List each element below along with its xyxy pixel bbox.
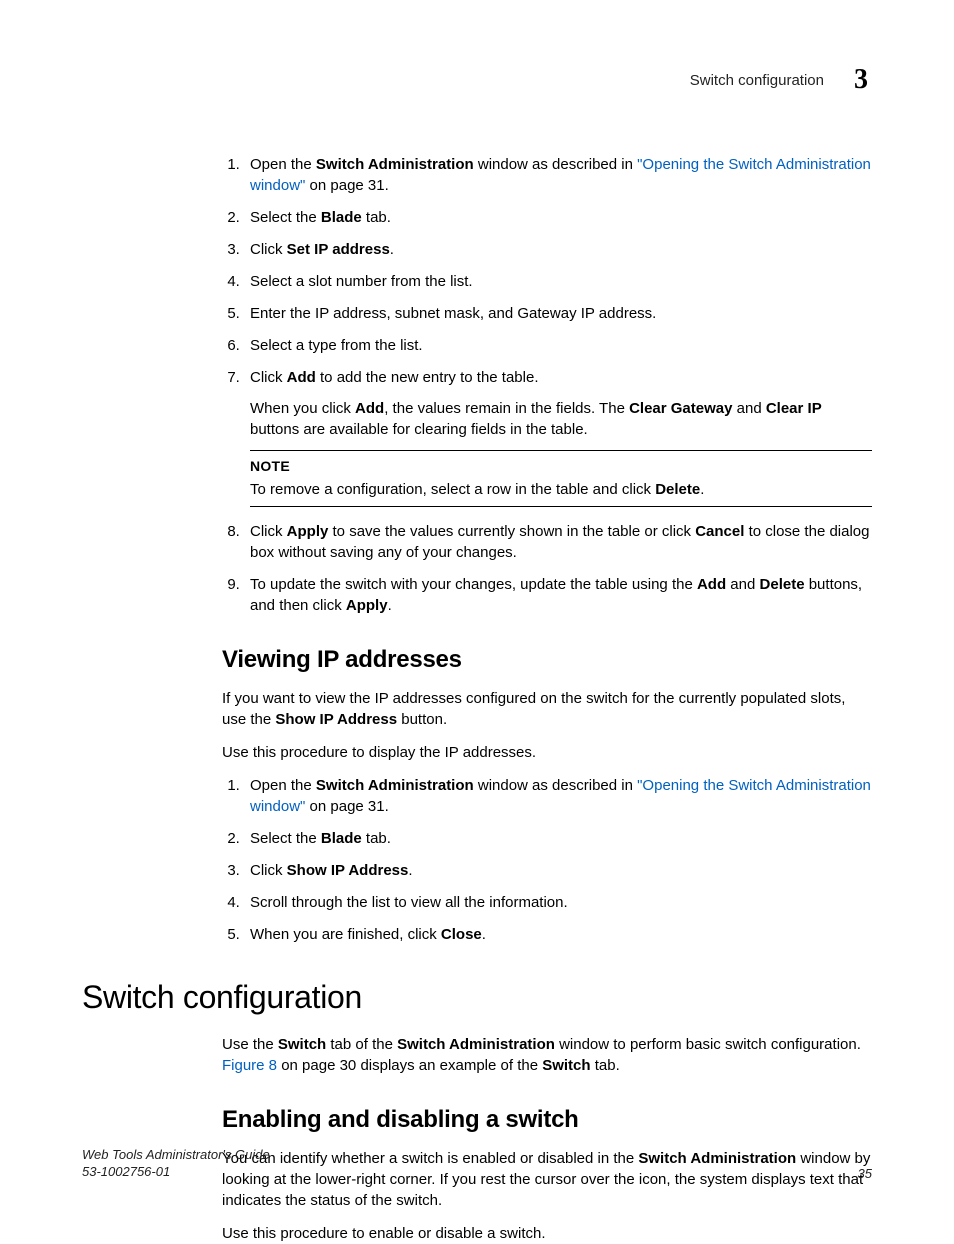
- note-box: NOTE To remove a configuration, select a…: [250, 450, 872, 507]
- link-figure-8[interactable]: Figure 8: [222, 1057, 277, 1074]
- page-header: Switch configuration 3: [82, 64, 872, 96]
- step-9: To update the switch with your changes, …: [244, 574, 872, 616]
- procedure-view-ip: Open the Switch Administration window as…: [222, 775, 872, 945]
- heading-enable-disable: Enabling and disabling a switch: [222, 1106, 872, 1134]
- step-4: Select a slot number from the list.: [244, 271, 872, 292]
- footer-page: 35: [858, 1166, 872, 1181]
- procedure-set-ip: Open the Switch Administration window as…: [222, 154, 872, 616]
- heading-switch-config: Switch configuration: [82, 979, 872, 1016]
- viewing-para1: If you want to view the IP addresses con…: [222, 688, 872, 730]
- viewing-para2: Use this procedure to display the IP add…: [222, 742, 872, 763]
- enable-para2: Use this procedure to enable or disable …: [222, 1223, 872, 1244]
- step-3: Click Set IP address.: [244, 239, 872, 260]
- heading-viewing-ip: Viewing IP addresses: [222, 646, 872, 674]
- chapter-number: 3: [854, 64, 868, 96]
- step-6: Select a type from the list.: [244, 335, 872, 356]
- step-5: Enter the IP address, subnet mask, and G…: [244, 303, 872, 324]
- switch-para1: Use the Switch tab of the Switch Adminis…: [222, 1034, 872, 1076]
- step-2: Select the Blade tab.: [244, 207, 872, 228]
- vstep-4: Scroll through the list to view all the …: [244, 892, 872, 913]
- step-7: Click Add to add the new entry to the ta…: [244, 367, 872, 507]
- step-7-sub: When you click Add, the values remain in…: [250, 398, 872, 440]
- page-footer: Web Tools Administrator's Guide 53-10027…: [82, 1147, 872, 1181]
- vstep-5: When you are finished, click Close.: [244, 924, 872, 945]
- header-title: Switch configuration: [690, 72, 824, 89]
- vstep-3: Click Show IP Address.: [244, 860, 872, 881]
- note-text: To remove a configuration, select a row …: [250, 479, 872, 500]
- vstep-2: Select the Blade tab.: [244, 828, 872, 849]
- step-1: Open the Switch Administration window as…: [244, 154, 872, 196]
- vstep-1: Open the Switch Administration window as…: [244, 775, 872, 817]
- step-8: Click Apply to save the values currently…: [244, 521, 872, 563]
- footer-guide: Web Tools Administrator's Guide: [82, 1147, 270, 1164]
- note-label: NOTE: [250, 457, 872, 477]
- footer-docnum: 53-1002756-01: [82, 1164, 270, 1181]
